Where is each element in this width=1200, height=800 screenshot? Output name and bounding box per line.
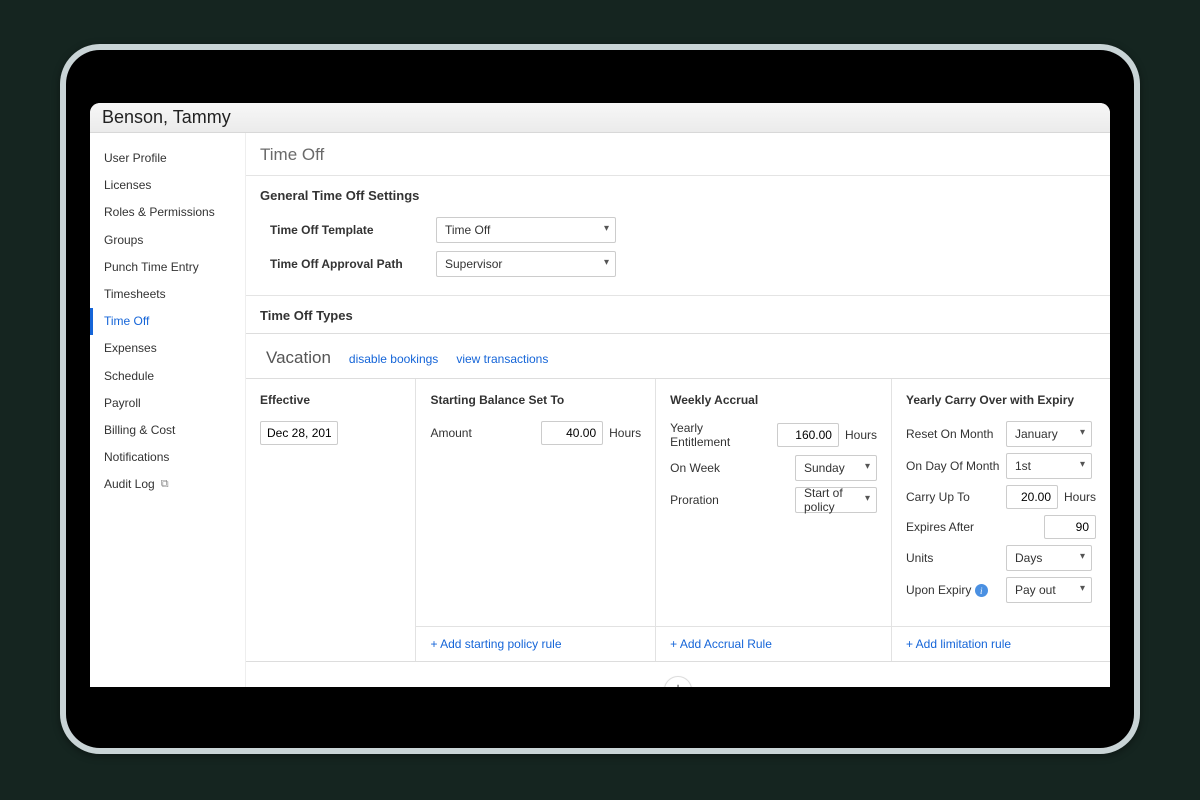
vacation-title: Vacation xyxy=(266,348,331,368)
sidebar-item-notifications[interactable]: Notifications xyxy=(90,444,245,471)
vacation-panel: Vacation disable bookings view transacti… xyxy=(246,333,1110,687)
day-of-month-label: On Day Of Month xyxy=(906,459,1000,473)
carry-up-to-label: Carry Up To xyxy=(906,490,1000,504)
expires-after-input[interactable] xyxy=(1044,515,1096,539)
title-bar: Benson, Tammy xyxy=(90,103,1110,133)
sidebar-item-billing-cost[interactable]: Billing & Cost xyxy=(90,417,245,444)
carry-up-to-unit: Hours xyxy=(1064,490,1096,504)
starting-balance-heading: Starting Balance Set To xyxy=(430,393,641,407)
add-accrual-rule-link[interactable]: + Add Accrual Rule xyxy=(656,626,891,661)
entitlement-label: Yearly Entitlement xyxy=(670,421,762,449)
effective-date-input[interactable] xyxy=(260,421,338,445)
sidebar-item-schedule[interactable]: Schedule xyxy=(90,363,245,390)
template-label: Time Off Template xyxy=(270,223,426,237)
template-select[interactable]: Time Off xyxy=(436,217,616,243)
day-of-month-select[interactable]: 1st xyxy=(1006,453,1092,479)
sidebar-item-payroll[interactable]: Payroll xyxy=(90,390,245,417)
general-settings-heading: General Time Off Settings xyxy=(246,176,1110,213)
units-label: Units xyxy=(906,551,1000,565)
entitlement-unit: Hours xyxy=(845,428,877,442)
approval-path-select[interactable]: Supervisor xyxy=(436,251,616,277)
reset-month-select[interactable]: January xyxy=(1006,421,1092,447)
reset-month-label: Reset On Month xyxy=(906,427,1000,441)
sidebar-item-timesheets[interactable]: Timesheets xyxy=(90,281,245,308)
sidebar-item-user-profile[interactable]: User Profile xyxy=(90,145,245,172)
starting-balance-column: Starting Balance Set To Amount Hours + A… xyxy=(416,379,656,661)
carry-up-to-input[interactable] xyxy=(1006,485,1058,509)
upon-expiry-label: Upon Expiry i xyxy=(906,583,1000,598)
sidebar-item-punch-time-entry[interactable]: Punch Time Entry xyxy=(90,254,245,281)
entitlement-input[interactable] xyxy=(777,423,839,447)
effective-heading: Effective xyxy=(260,393,401,407)
info-icon[interactable]: i xyxy=(975,584,988,597)
sidebar-item-audit-log[interactable]: Audit Log ⧉ xyxy=(90,471,245,498)
proration-label: Proration xyxy=(670,493,762,507)
expires-after-label: Expires After xyxy=(906,520,1000,534)
external-link-icon: ⧉ xyxy=(161,476,169,494)
proration-select[interactable]: Start of policy xyxy=(795,487,877,513)
carryover-column: Yearly Carry Over with Expiry Reset On M… xyxy=(892,379,1110,661)
main-panel: Time Off General Time Off Settings Time … xyxy=(246,133,1110,687)
carryover-heading: Yearly Carry Over with Expiry xyxy=(906,393,1096,407)
user-name: Benson, Tammy xyxy=(102,107,231,128)
sidebar: User Profile Licenses Roles & Permission… xyxy=(90,133,246,687)
sidebar-item-licenses[interactable]: Licenses xyxy=(90,172,245,199)
types-heading: Time Off Types xyxy=(246,296,1110,333)
sidebar-item-groups[interactable]: Groups xyxy=(90,227,245,254)
page-title: Time Off xyxy=(246,145,1110,175)
amount-unit: Hours xyxy=(609,426,641,440)
sidebar-item-time-off[interactable]: Time Off xyxy=(90,308,245,335)
onweek-select[interactable]: Sunday xyxy=(795,455,877,481)
add-type-button[interactable]: + xyxy=(664,676,692,687)
onweek-label: On Week xyxy=(670,461,762,475)
view-transactions-link[interactable]: view transactions xyxy=(456,352,548,366)
upon-expiry-select[interactable]: Pay out xyxy=(1006,577,1092,603)
sidebar-item-expenses[interactable]: Expenses xyxy=(90,335,245,362)
accrual-heading: Weekly Accrual xyxy=(670,393,877,407)
approval-path-label: Time Off Approval Path xyxy=(270,257,426,271)
add-starting-rule-link[interactable]: + Add starting policy rule xyxy=(416,626,655,661)
units-select[interactable]: Days xyxy=(1006,545,1092,571)
disable-bookings-link[interactable]: disable bookings xyxy=(349,352,438,366)
app-screen: Benson, Tammy User Profile Licenses Role… xyxy=(90,103,1110,687)
sidebar-item-roles-permissions[interactable]: Roles & Permissions xyxy=(90,199,245,226)
amount-input[interactable] xyxy=(541,421,603,445)
accrual-column: Weekly Accrual Yearly Entitlement Hours … xyxy=(656,379,892,661)
add-limitation-rule-link[interactable]: + Add limitation rule xyxy=(892,626,1110,661)
amount-label: Amount xyxy=(430,426,471,440)
effective-column: Effective xyxy=(246,379,416,661)
